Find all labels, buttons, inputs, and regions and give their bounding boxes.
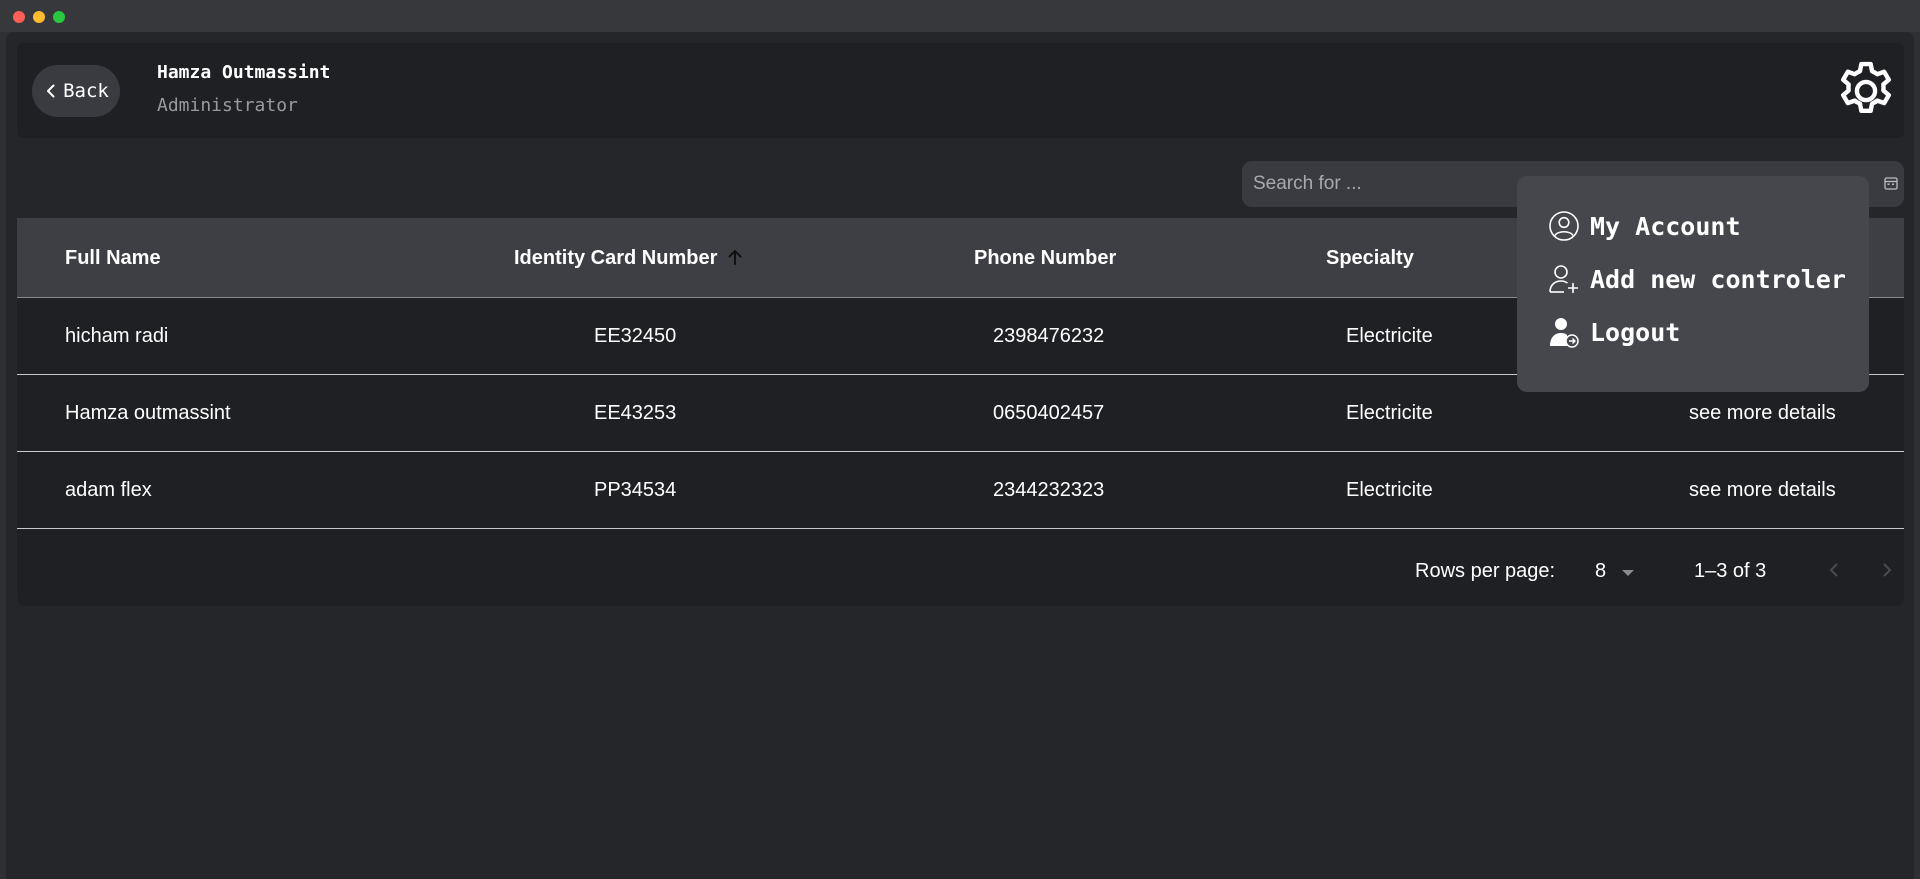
column-header-full-name[interactable]: Full Name	[65, 218, 161, 298]
cell-full-name: Hamza outmassint	[65, 402, 231, 424]
cell-phone: 0650402457	[993, 402, 1105, 424]
table-row[interactable]: adam flex PP34534 2344232323 Electricite…	[17, 452, 1904, 529]
back-button[interactable]: Back	[32, 65, 120, 117]
user-name: Hamza Outmassint	[157, 62, 331, 83]
cell-full-name: hicham radi	[65, 325, 169, 347]
cell-identity-card: PP34534	[594, 479, 677, 501]
pagination-bar: Rows per page: 8 1–3 of 3	[17, 538, 1904, 606]
menu-item-label: Logout	[1590, 317, 1681, 347]
arrow-up-icon[interactable]	[725, 247, 745, 267]
calendar-icon[interactable]	[1884, 176, 1898, 190]
logout-user-icon	[1550, 318, 1579, 348]
column-header-specialty[interactable]: Specialty	[1326, 218, 1414, 298]
menu-item-logout[interactable]: Logout	[1547, 312, 1680, 352]
chevron-left-icon[interactable]	[1822, 558, 1846, 582]
user-role: Administrator	[157, 95, 298, 116]
maximize-window-button[interactable]	[53, 11, 65, 23]
add-user-icon	[1549, 265, 1578, 293]
close-window-button[interactable]	[13, 11, 25, 23]
app-window: Back Hamza Outmassint Administrator Full…	[6, 32, 1914, 879]
cell-phone: 2398476232	[993, 325, 1105, 347]
settings-dropdown-menu: My Account Add new controler Logout	[1517, 176, 1869, 392]
minimize-window-button[interactable]	[33, 11, 45, 23]
cell-specialty: Electricite	[1346, 402, 1433, 424]
cell-specialty: Electricite	[1346, 325, 1433, 347]
account-circle-icon	[1549, 211, 1579, 241]
chevron-right-icon[interactable]	[1875, 558, 1899, 582]
see-more-details-link[interactable]: see more details	[1689, 452, 1836, 528]
cell-identity-card: EE32450	[594, 325, 677, 347]
column-header-phone[interactable]: Phone Number	[974, 218, 1116, 298]
caret-down-icon[interactable]	[1622, 570, 1634, 576]
menu-item-label: Add new controler	[1590, 264, 1846, 294]
menu-item-label: My Account	[1590, 211, 1741, 241]
rows-per-page-label: Rows per page:	[1415, 560, 1556, 582]
window-titlebar	[0, 0, 1920, 32]
rows-per-page-select[interactable]: 8	[1595, 560, 1606, 583]
cell-phone: 2344232323	[993, 479, 1105, 501]
column-header-label: Identity Card Number	[514, 247, 718, 269]
cell-specialty: Electricite	[1346, 479, 1433, 501]
pagination-range: 1–3 of 3	[1694, 560, 1767, 582]
column-header-identity-card[interactable]: Identity Card Number	[514, 218, 745, 298]
menu-item-add-new-controler[interactable]: Add new controler	[1547, 259, 1846, 299]
gear-icon[interactable]	[1833, 58, 1899, 124]
back-button-label: Back	[63, 80, 109, 102]
menu-item-my-account[interactable]: My Account	[1547, 206, 1741, 246]
chevron-left-icon	[47, 84, 55, 98]
top-header: Back Hamza Outmassint Administrator	[17, 43, 1904, 138]
cell-identity-card: EE43253	[594, 402, 677, 424]
cell-full-name: adam flex	[65, 479, 152, 501]
